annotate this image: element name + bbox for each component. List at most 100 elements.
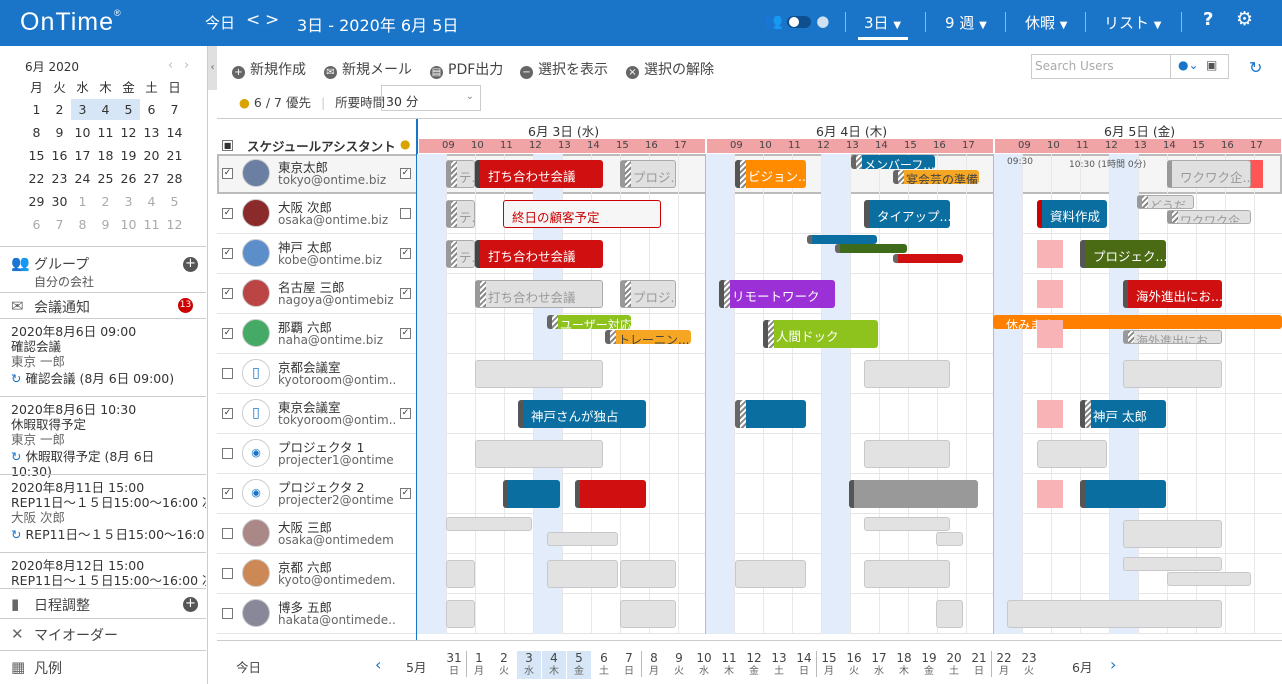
- date-strip-day[interactable]: 31 日: [442, 651, 466, 679]
- row-timeline[interactable]: 神戸さんが独占 神戸 太郎: [417, 394, 1282, 434]
- mini-calendar-day[interactable]: 2: [94, 191, 117, 212]
- mini-calendar-day[interactable]: 8: [25, 122, 48, 143]
- mini-calendar-day[interactable]: 22: [25, 168, 48, 189]
- notice-repeat-link[interactable]: ↻ REP11日～１５日15:00～16:0...: [11, 527, 206, 542]
- date-strip-day[interactable]: 11 木: [717, 651, 741, 679]
- notice-item[interactable]: 2020年8月6日 10:30 休暇取得予定 東京 一郎 ↻ 休暇取得予定 (8月…: [0, 396, 206, 479]
- mini-calendar-day[interactable]: 29: [25, 191, 48, 212]
- mini-calendar-day[interactable]: 3: [117, 191, 140, 212]
- clear-selection-button[interactable]: × 選択の解除: [626, 59, 714, 79]
- event-block[interactable]: [1080, 480, 1166, 508]
- mini-calendar-day[interactable]: 1: [71, 191, 94, 212]
- sidebar-collapse-handle[interactable]: ‹: [208, 46, 217, 90]
- busy-block[interactable]: [620, 600, 676, 628]
- row-checkbox[interactable]: [222, 448, 233, 459]
- next-button[interactable]: >: [265, 10, 279, 30]
- search-input[interactable]: Search Users: [1035, 59, 1114, 73]
- row-timeline[interactable]: [417, 474, 1282, 514]
- row-checkbox[interactable]: [222, 528, 233, 539]
- mini-calendar-day[interactable]: 19: [117, 145, 140, 166]
- event-block[interactable]: トレーニン...: [605, 330, 691, 344]
- pdf-button[interactable]: ▤ PDF出力: [430, 59, 503, 79]
- busy-block[interactable]: [475, 360, 603, 388]
- event-block[interactable]: 打ち合わせ会議: [475, 160, 603, 188]
- mini-calendar-day[interactable]: 21: [163, 145, 186, 166]
- mini-calendar-day[interactable]: 15: [25, 145, 48, 166]
- new-mail-button[interactable]: ✉ 新規メール: [324, 59, 412, 79]
- mini-calendar-day[interactable]: 12: [163, 214, 186, 235]
- mini-calendar-day[interactable]: 27: [140, 168, 163, 189]
- event-block[interactable]: プロジェク...: [1080, 240, 1166, 268]
- event-block[interactable]: 海外進出にお...: [1123, 280, 1222, 308]
- notice-item[interactable]: 2020年8月6日 09:00 確認会議 東京 一郎 ↻ 確認会議 (8月 6日 …: [0, 318, 206, 396]
- date-strip-day[interactable]: 16 火: [842, 651, 866, 679]
- date-strip-day[interactable]: 2火: [492, 651, 516, 679]
- duration-select[interactable]: 30 分 ⌄: [381, 85, 481, 111]
- busy-block[interactable]: [475, 440, 603, 468]
- new-button[interactable]: + 新規作成: [232, 59, 306, 79]
- date-strip-day[interactable]: 12 金: [742, 651, 766, 679]
- table-row[interactable]: ✓神戸 太郎kobe@ontime.biz✓テ...打ち合わせ会議プロジェク..…: [217, 234, 1282, 274]
- myorder-section[interactable]: ✕ マイオーダー: [0, 618, 206, 650]
- next-month-label[interactable]: 6月: [1072, 657, 1092, 676]
- row-timeline[interactable]: [417, 514, 1282, 554]
- required-checkbox[interactable]: ✓: [400, 488, 411, 499]
- date-strip-day[interactable]: 22 月: [991, 651, 1016, 679]
- event-block[interactable]: 神戸さんが独占: [518, 400, 646, 428]
- event-block[interactable]: [807, 235, 877, 244]
- event-block[interactable]: どうだ...: [1137, 195, 1194, 209]
- row-checkbox[interactable]: ✓: [222, 288, 233, 299]
- required-checkbox[interactable]: [400, 208, 411, 219]
- mini-calendar-day[interactable]: 18: [94, 145, 117, 166]
- busy-block[interactable]: [936, 532, 963, 546]
- busy-block[interactable]: [547, 560, 618, 588]
- event-block[interactable]: 神戸 太郎: [1080, 400, 1166, 428]
- event-block[interactable]: テ...: [446, 200, 475, 228]
- event-block[interactable]: メンバーフ...: [851, 155, 935, 169]
- mini-calendar-day[interactable]: 30: [48, 191, 71, 212]
- user-filter-icon[interactable]: ●⌄: [1178, 58, 1199, 72]
- busy-block[interactable]: [936, 600, 963, 628]
- select-all-checkbox[interactable]: ■: [222, 140, 233, 151]
- required-checkbox[interactable]: ✓: [400, 408, 411, 419]
- event-block[interactable]: ビジョン...: [735, 160, 806, 188]
- busy-block[interactable]: [864, 517, 950, 531]
- table-row[interactable]: 大阪 三郎 osaka@ontimedem...: [217, 514, 1282, 554]
- required-checkbox[interactable]: ✓: [400, 168, 411, 179]
- date-strip-day[interactable]: 23 火: [1017, 651, 1041, 679]
- next-month-arrow[interactable]: ›: [1110, 655, 1116, 674]
- event-block[interactable]: 宴会芸の準備: [893, 170, 979, 184]
- busy-block[interactable]: [446, 517, 532, 531]
- mini-calendar-prev[interactable]: ‹: [168, 58, 173, 73]
- mini-calendar-day[interactable]: 10: [71, 122, 94, 143]
- mini-calendar-day[interactable]: 25: [94, 168, 117, 189]
- busy-block[interactable]: [864, 440, 950, 468]
- event-block[interactable]: 終日の顧客予定: [503, 200, 661, 228]
- mini-calendar-day[interactable]: 10: [117, 214, 140, 235]
- table-row[interactable]: ◉ プロジェクタ 1 projecter1@ontime...: [217, 434, 1282, 474]
- table-row[interactable]: ✓ ▯ 東京会議室 tokyoroom@ontim... ✓ 神戸さんが独占 神戸 太郎: [217, 394, 1282, 434]
- busy-block[interactable]: [1037, 440, 1107, 468]
- event-block[interactable]: 資料作成: [1037, 200, 1107, 228]
- mini-calendar-day[interactable]: 16: [48, 145, 71, 166]
- row-checkbox[interactable]: [222, 368, 233, 379]
- date-strip-day[interactable]: 17 水: [867, 651, 891, 679]
- row-checkbox[interactable]: ✓: [222, 248, 233, 259]
- mini-calendar-day[interactable]: 4: [140, 191, 163, 212]
- date-strip-day[interactable]: 1月: [466, 651, 491, 679]
- mini-calendar-day[interactable]: 5: [117, 99, 140, 120]
- row-checkbox[interactable]: ✓: [222, 408, 233, 419]
- row-timeline[interactable]: [417, 354, 1282, 394]
- event-block[interactable]: [575, 480, 646, 508]
- mini-calendar-day[interactable]: 2: [48, 99, 71, 120]
- help-button[interactable]: ?: [1203, 9, 1213, 30]
- mini-calendar-day[interactable]: 14: [163, 122, 186, 143]
- date-strip-day[interactable]: 5金: [567, 651, 591, 679]
- event-block[interactable]: リモートワーク: [719, 280, 835, 308]
- notice-item[interactable]: 2020年8月11日 15:00 REP11日～１５日15:00～16:00 次…: [0, 474, 206, 552]
- date-strip-day[interactable]: 18 木: [892, 651, 916, 679]
- mini-calendar-day[interactable]: 6: [140, 99, 163, 120]
- date-strip-day[interactable]: 15 月: [816, 651, 841, 679]
- event-block[interactable]: [849, 480, 978, 508]
- table-row[interactable]: ✓ ◉ プロジェクタ 2 projecter2@ontime... ✓: [217, 474, 1282, 514]
